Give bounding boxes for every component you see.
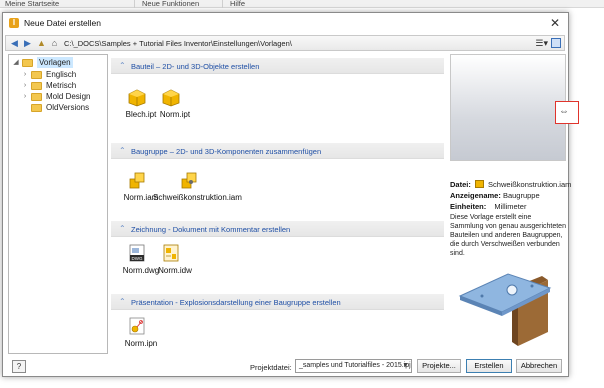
project-file-value: _samples und Tutorialfiles - 2015.ipj (299, 362, 411, 369)
section-header-part[interactable]: ⌃ Bauteil – 2D- und 3D-Objekte erstellen (111, 58, 444, 74)
dialog-title: Neue Datei erstellen (24, 18, 102, 28)
section-header-drawing[interactable]: ⌃ Zeichnung - Dokument mit Kommentar ers… (111, 221, 444, 237)
dwg-icon: DWG (129, 244, 145, 262)
section-collapse-icon[interactable]: ⌃ (119, 61, 126, 70)
assembly-icon (129, 172, 145, 189)
idw-icon (163, 244, 179, 262)
template-file-norm-idw[interactable]: Norm.idw (149, 243, 197, 277)
tree-item-label: Vorlagen (37, 57, 73, 68)
dialog-title-bar: I Neue Datei erstellen ✕ (3, 13, 568, 33)
tree-item-label: Metrisch (46, 81, 77, 90)
template-folder-tree: ◢ Vorlagen › Englisch › Metrisch › Mold … (8, 54, 108, 354)
tree-item-label: Mold Design (46, 92, 91, 101)
bg-menu-item-new-features[interactable]: Neue Funktionen (142, 0, 199, 8)
back-arrow-icon[interactable]: ◀ (9, 38, 20, 49)
project-file-label: Projektdatei: (250, 363, 292, 372)
svg-text:DWG: DWG (132, 256, 143, 261)
expand-icon[interactable]: › (21, 69, 29, 80)
preview-units-label: Einheiten: (450, 202, 487, 211)
weldment-icon (181, 172, 197, 189)
preview-file-label: Datei: (450, 180, 471, 189)
weldment-preview-image (458, 273, 552, 346)
tree-item-englisch[interactable]: › Englisch (21, 69, 107, 80)
cancel-button[interactable]: Abbrechen (516, 359, 562, 373)
create-button[interactable]: Erstellen (466, 359, 512, 373)
folder-icon (31, 93, 42, 101)
project-file-select[interactable]: _samples und Tutorialfiles - 2015.ipj ▼ (295, 359, 412, 373)
tree-item-label: Englisch (46, 70, 77, 79)
preview-display-label: Anzeigename: (450, 191, 501, 200)
view-options-icon[interactable]: ☰▾ (535, 38, 548, 49)
address-bar: ◀ ▶ ▲ ⌂ C:\_DOCS\Samples + Tutorial File… (5, 35, 565, 51)
tree-item-metrisch[interactable]: › Metrisch (21, 80, 107, 91)
file-name: Norm.ipn (124, 339, 158, 348)
projects-button[interactable]: Projekte... (417, 359, 461, 373)
home-icon[interactable]: ⌂ (49, 38, 60, 49)
collapse-icon[interactable]: ◢ (12, 57, 20, 68)
expand-icon[interactable]: › (21, 80, 29, 91)
folder-icon (31, 82, 42, 90)
file-name: Norm.ipt (159, 110, 191, 119)
preview-units-value: Millimeter (494, 202, 527, 211)
tree-item-vorlagen[interactable]: ◢ Vorlagen (12, 57, 107, 68)
preview-thumbnail (450, 54, 566, 161)
file-name: Schweißkonstruktion.iam (153, 193, 242, 202)
weldment-small-icon (474, 180, 484, 188)
preview-units-row: Einheiten: Millimeter (450, 202, 526, 211)
preview-display-row: Anzeigename: Baugruppe (450, 191, 540, 200)
tree-item-label: OldVersions (46, 103, 90, 112)
chevron-down-icon: ▼ (402, 362, 409, 369)
section-collapse-icon[interactable]: ⌃ (119, 224, 126, 233)
template-list: ⌃ Bauteil – 2D- und 3D-Objekte erstellen… (111, 54, 444, 354)
folder-icon (31, 104, 42, 112)
dialog-footer: ? Projektdatei: _samples und Tutorialfil… (3, 357, 568, 377)
help-button[interactable]: ? (12, 360, 26, 373)
folder-icon (31, 71, 42, 79)
section-title: Präsentation - Explosionsdarstellung ein… (131, 298, 341, 307)
preview-description: Diese Vorlage erstellt eine Sammlung von… (450, 214, 566, 257)
tree-item-mold-design[interactable]: › Mold Design (21, 91, 107, 102)
preview-file-row: Datei: Schweißkonstruktion.iam (450, 180, 571, 189)
part-sheet-icon (128, 89, 146, 107)
section-collapse-icon[interactable]: ⌃ (119, 297, 126, 306)
background-menu-bar: Meine Startseite Neue Funktionen Hilfe (0, 0, 604, 8)
bg-menu-item-start[interactable]: Meine Startseite (5, 0, 59, 8)
preview-display-value: Baugruppe (502, 191, 540, 200)
tree-item-oldversions[interactable]: OldVersions (21, 102, 107, 113)
template-file-schweisskonstruktion-iam[interactable]: Schweißkonstruktion.iam (153, 170, 242, 204)
expand-icon[interactable]: › (21, 91, 29, 102)
section-header-presentation[interactable]: ⌃ Präsentation - Explosionsdarstellung e… (111, 294, 444, 310)
section-collapse-icon[interactable]: ⌃ (119, 146, 126, 155)
section-title: Zeichnung - Dokument mit Kommentar erste… (131, 225, 291, 234)
template-file-norm-ipn[interactable]: Norm.ipn (115, 316, 163, 350)
bg-separator (222, 0, 223, 8)
forward-arrow-icon[interactable]: ▶ (22, 38, 33, 49)
template-file-norm-ipt[interactable]: Norm.ipt (149, 87, 197, 121)
section-header-assembly[interactable]: ⌃ Baugruppe – 2D- und 3D-Komponenten zus… (111, 143, 444, 159)
file-name: Norm.idw (158, 266, 192, 275)
section-title: Bauteil – 2D- und 3D-Objekte erstellen (131, 62, 260, 71)
pane-splitter-handle[interactable]: ⇔ (555, 101, 579, 124)
resize-horizontal-icon: ⇔ (559, 106, 569, 117)
bg-menu-item-help[interactable]: Hilfe (230, 0, 245, 8)
new-file-dialog: I Neue Datei erstellen ✕ ◀ ▶ ▲ ⌂ C:\_DOC… (2, 12, 579, 377)
preview-file-value: Schweißkonstruktion.iam (488, 180, 572, 189)
folder-icon (22, 59, 33, 67)
close-icon[interactable]: ✕ (550, 16, 560, 30)
preview-pane-toggle-icon[interactable] (551, 38, 561, 48)
up-folder-icon[interactable]: ▲ (36, 38, 47, 49)
part-icon (162, 89, 180, 107)
address-path[interactable]: C:\_DOCS\Samples + Tutorial Files Invent… (64, 39, 292, 48)
section-title: Baugruppe – 2D- und 3D-Komponenten zusam… (131, 147, 322, 156)
bg-separator (134, 0, 135, 8)
inventor-app-icon: I (9, 18, 19, 28)
presentation-icon (129, 317, 145, 335)
preview-pane: Datei: Schweißkonstruktion.iam Anzeigena… (450, 54, 571, 354)
